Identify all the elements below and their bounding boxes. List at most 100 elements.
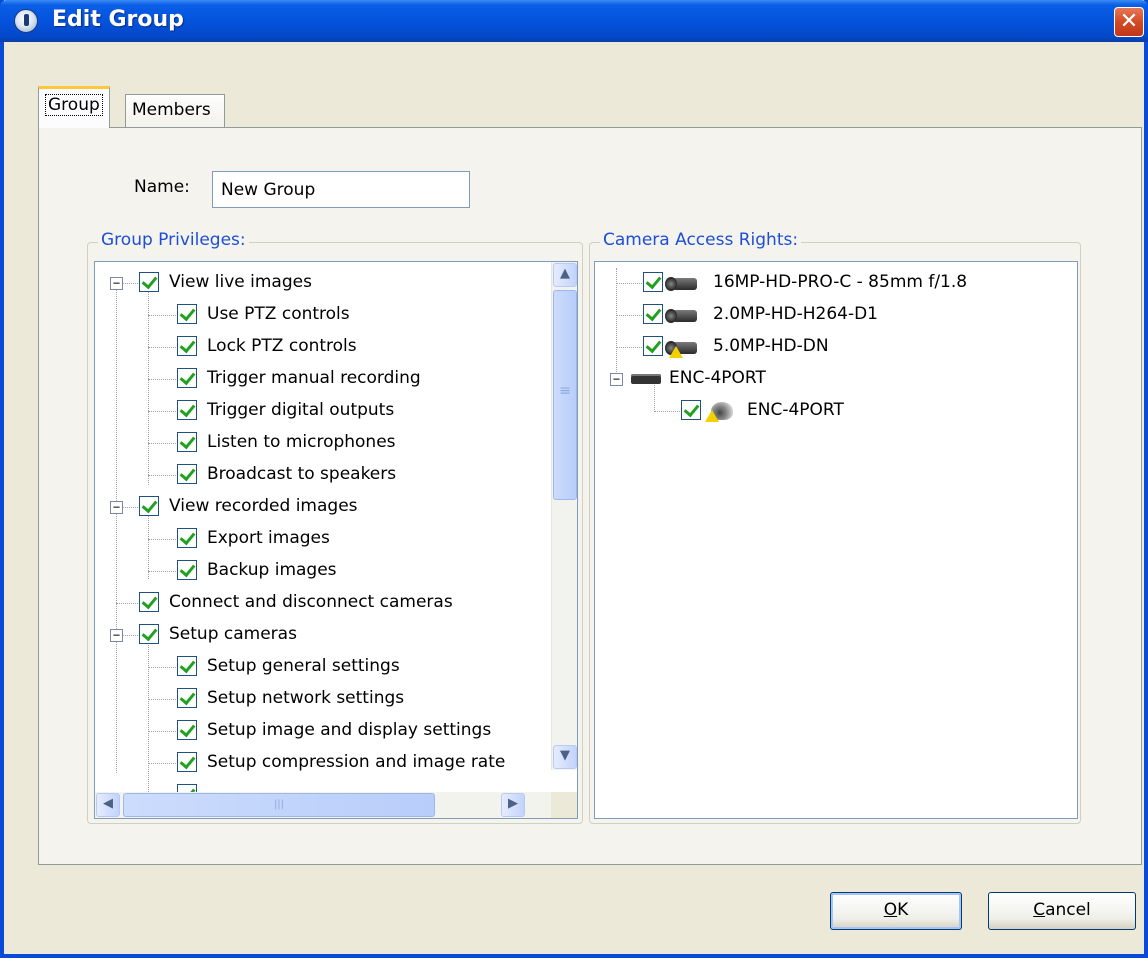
tree-item-label: Export images (207, 528, 330, 548)
checkbox-checked-icon[interactable] (177, 752, 197, 772)
checkbox-checked-icon[interactable] (177, 528, 197, 548)
encoder-icon (631, 368, 663, 388)
scroll-up-icon[interactable]: ▲ (553, 263, 577, 287)
checkbox-checked-icon[interactable] (177, 336, 197, 356)
checkbox-checked-icon[interactable] (139, 592, 159, 612)
camera-label: 2.0MP-HD-H264-D1 (713, 304, 878, 324)
tree-item-use-ptz-controls[interactable]: Use PTZ controls (95, 300, 545, 330)
tree-item-setup-cameras[interactable]: − Setup cameras (95, 620, 545, 650)
scroll-left-icon[interactable]: ◀ (96, 793, 120, 817)
tree-item-label: Setup network settings (207, 688, 405, 708)
ok-button[interactable]: OK (830, 892, 962, 930)
close-button[interactable]: ✕ (1114, 7, 1144, 37)
camera-label: 16MP-HD-PRO-C - 85mm f/1.8 (713, 272, 968, 292)
tree-item-label: Use PTZ controls (207, 304, 350, 324)
tree-item-setup-network-settings[interactable]: Setup network settings (95, 684, 545, 714)
camera-icon (663, 304, 699, 326)
checkbox-checked-icon[interactable] (139, 496, 159, 516)
checkbox-checked-icon[interactable] (139, 624, 159, 644)
camera-item[interactable]: ENC-4PORT (595, 396, 1065, 426)
camera-item[interactable]: 5.0MP-HD-DN (595, 332, 1065, 362)
checkbox-checked-icon[interactable] (177, 400, 197, 420)
app-icon (14, 9, 38, 33)
checkbox-checked-icon[interactable] (177, 432, 197, 452)
tree-item-listen-to-microphones[interactable]: Listen to microphones (95, 428, 545, 458)
tree-item-label: Listen to microphones (207, 432, 396, 452)
tree-item-broadcast-to-speakers[interactable]: Broadcast to speakers (95, 460, 545, 490)
scroll-right-icon[interactable]: ▶ (501, 793, 525, 817)
camera-access-tree[interactable]: 16MP-HD-PRO-C - 85mm f/1.8 2.0MP-HD-H264… (594, 261, 1078, 819)
tree-item-view-recorded-images[interactable]: − View recorded images (95, 492, 545, 522)
collapse-icon[interactable]: − (110, 501, 123, 514)
cancel-button[interactable]: Cancel (988, 892, 1136, 930)
checkbox-checked-icon[interactable] (177, 464, 197, 484)
camera-item[interactable]: 2.0MP-HD-H264-D1 (595, 300, 1065, 330)
dome-camera-warning-icon (701, 398, 735, 424)
encoder-item[interactable]: − ENC-4PORT (595, 364, 1065, 394)
tree-item-label: Setup cameras (169, 624, 297, 644)
tree-item-view-live-images[interactable]: − View live images (95, 268, 545, 298)
tree-item-export-images[interactable]: Export images (95, 524, 545, 554)
checkbox-checked-icon[interactable] (643, 272, 663, 292)
scroll-corner (551, 792, 577, 818)
tree-item-label: Connect and disconnect cameras (169, 592, 453, 612)
tree-item-label: Trigger digital outputs (207, 400, 395, 420)
group-tab-panel: Name: Group Privileges: − View live imag… (38, 127, 1142, 865)
tree-item-trigger-digital-outputs[interactable]: Trigger digital outputs (95, 396, 545, 426)
tree-item-trigger-manual-recording[interactable]: Trigger manual recording (95, 364, 545, 394)
name-input[interactable] (212, 171, 470, 208)
tree-item-lock-ptz-controls[interactable]: Lock PTZ controls (95, 332, 545, 362)
tab-group[interactable]: Group (38, 86, 110, 128)
collapse-icon[interactable]: − (110, 277, 123, 290)
tree-item-label: Setup image and display settings (207, 720, 492, 740)
tree-item-setup-compression-image-rate[interactable]: Setup compression and image rate (95, 748, 545, 778)
tab-members-label: Members (132, 100, 211, 120)
tree-item-label: Lock PTZ controls (207, 336, 357, 356)
camera-item[interactable]: 16MP-HD-PRO-C - 85mm f/1.8 (595, 268, 1065, 298)
encoder-label: ENC-4PORT (669, 368, 766, 388)
edit-group-dialog: Edit Group ✕ Group Members Name: Group P… (0, 0, 1148, 958)
vertical-scrollbar[interactable]: ▲ ≡ ▼ (551, 262, 577, 770)
horizontal-scrollbar[interactable]: ◀ ||| ▶ (95, 792, 553, 818)
title-bar[interactable]: Edit Group ✕ (0, 0, 1148, 42)
group-privileges-legend: Group Privileges: (98, 230, 249, 250)
tree-item-label: View recorded images (169, 496, 358, 516)
tab-group-label: Group (45, 94, 103, 116)
checkbox-checked-icon[interactable] (177, 560, 197, 580)
camera-label: 5.0MP-HD-DN (713, 336, 829, 356)
checkbox-checked-icon[interactable] (177, 656, 197, 676)
tree-item-backup-images[interactable]: Backup images (95, 556, 545, 586)
checkbox-checked-icon[interactable] (643, 304, 663, 324)
camera-access-rights-box: Camera Access Rights: 16MP-HD-PRO-C - 85… (589, 230, 1081, 824)
tree-item-label: View live images (169, 272, 312, 292)
checkbox-checked-icon[interactable] (177, 720, 197, 740)
scroll-thumb[interactable]: ≡ (553, 290, 577, 500)
window-title: Edit Group (52, 7, 184, 32)
collapse-icon[interactable]: − (610, 373, 623, 386)
tree-item-connect-disconnect-cameras[interactable]: Connect and disconnect cameras (95, 588, 545, 618)
collapse-icon[interactable]: − (110, 629, 123, 642)
tree-item-setup-general-settings[interactable]: Setup general settings (95, 652, 545, 682)
horizontal-scroll-thumb[interactable]: ||| (123, 793, 435, 817)
camera-access-rights-legend: Camera Access Rights: (600, 230, 802, 250)
checkbox-checked-icon[interactable] (643, 336, 663, 356)
tree-item-label: Broadcast to speakers (207, 464, 397, 484)
tree-item-setup-image-display-settings[interactable]: Setup image and display settings (95, 716, 545, 746)
camera-label: ENC-4PORT (747, 400, 844, 420)
camera-icon (663, 272, 699, 294)
checkbox-checked-icon[interactable] (681, 400, 701, 420)
tab-members[interactable]: Members (125, 94, 225, 128)
tree-item-label: Trigger manual recording (207, 368, 421, 388)
checkbox-checked-icon[interactable] (139, 272, 159, 292)
tree-item-label: Setup general settings (207, 656, 400, 676)
group-privileges-box: Group Privileges: − View live images Use… (87, 230, 583, 824)
tree-item-label: Setup compression and image rate (207, 752, 506, 772)
checkbox-checked-icon[interactable] (177, 688, 197, 708)
name-label: Name: (134, 177, 190, 197)
tree-item-label: Backup images (207, 560, 337, 580)
camera-warning-icon (663, 336, 699, 358)
checkbox-checked-icon[interactable] (177, 304, 197, 324)
scroll-down-icon[interactable]: ▼ (553, 745, 577, 769)
checkbox-checked-icon[interactable] (177, 368, 197, 388)
privileges-tree[interactable]: − View live images Use PTZ controls Lock… (94, 261, 578, 819)
